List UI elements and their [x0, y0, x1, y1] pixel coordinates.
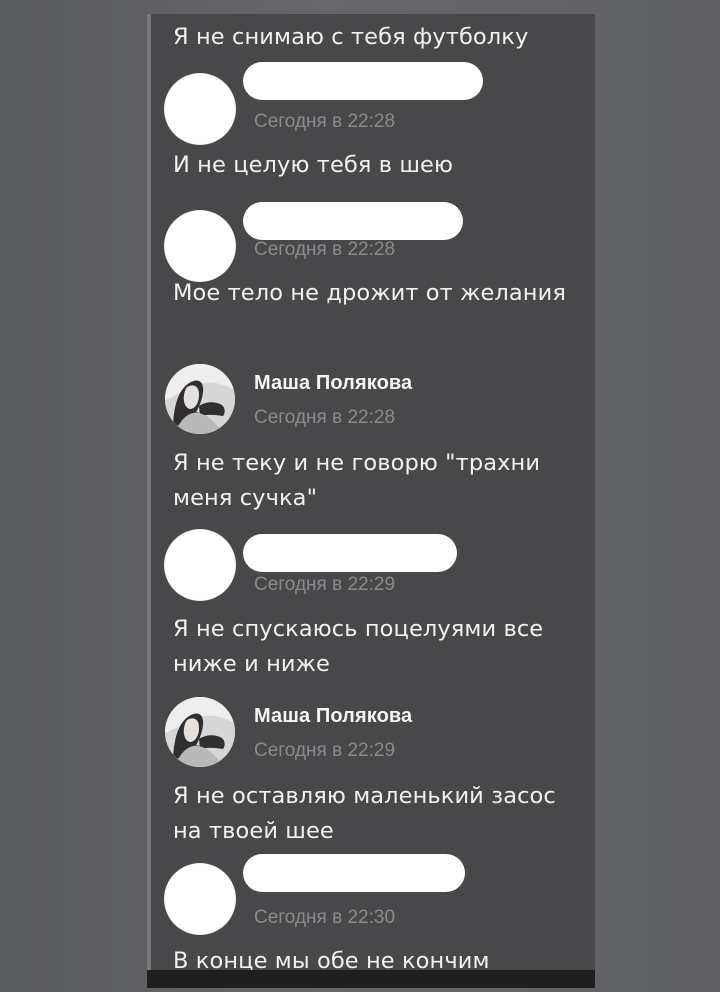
message-timestamp: Сегодня в 22:28: [254, 407, 396, 428]
redacted-avatar-icon[interactable]: [165, 74, 235, 144]
message-text: Я не оставляю маленький засос на твоей ш…: [173, 783, 556, 844]
message-text: Мое тело не дрожит от желания: [173, 280, 566, 306]
redacted-avatar-icon[interactable]: [165, 211, 235, 281]
redacted-avatar-icon[interactable]: [165, 530, 235, 600]
bottom-bar: [147, 970, 595, 988]
message-timestamp: Сегодня в 22:29: [254, 574, 396, 595]
message-text: И не целую тебя в шею: [173, 152, 454, 178]
message-timestamp: Сегодня в 22:30: [254, 907, 396, 928]
message-text: Я не снимаю с тебя футболку: [173, 24, 529, 50]
redacted-name: [243, 202, 463, 240]
chat-screenshot: Я не снимаю с тебя футболку Сегодня в 22…: [147, 14, 595, 988]
message-timestamp: Сегодня в 22:28: [254, 239, 396, 260]
redacted-name: [243, 854, 465, 892]
redacted-name: [243, 62, 483, 100]
redacted-name: [243, 534, 457, 572]
message-author-name[interactable]: Маша Полякова: [254, 704, 412, 728]
profile-photo-avatar-icon[interactable]: [165, 364, 235, 434]
message-text: Я не спускаюсь поцелуями все ниже и ниже: [173, 616, 544, 677]
message-author-name[interactable]: Маша Полякова: [254, 371, 412, 395]
message-timestamp: Сегодня в 22:29: [254, 740, 396, 761]
profile-photo-avatar-icon[interactable]: [165, 697, 235, 767]
message-timestamp: Сегодня в 22:28: [254, 111, 396, 132]
redacted-avatar-icon[interactable]: [165, 864, 235, 934]
message-text: Я не теку и не говорю "трахни меня сучка…: [173, 450, 541, 511]
